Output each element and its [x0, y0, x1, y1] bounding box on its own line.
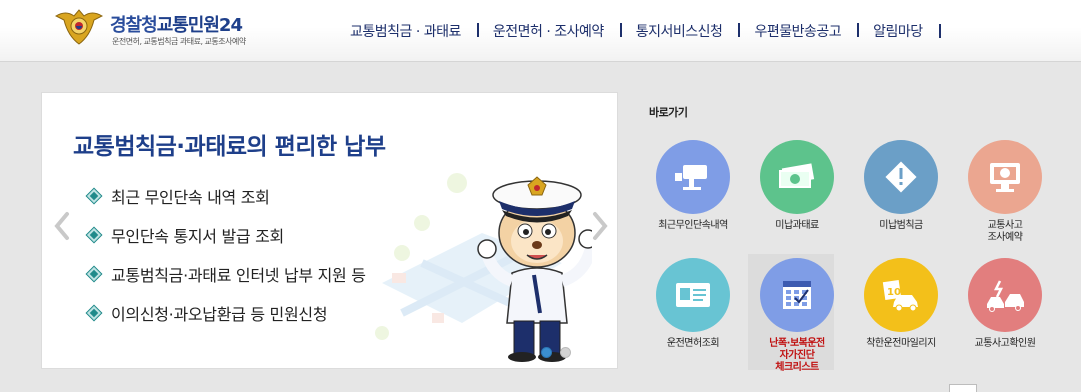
quick-link-label-line1: 난폭·보복운전 [769, 338, 825, 349]
warning-icon [864, 140, 938, 214]
banner-feature-text: 이의신청·과오납환급 등 민원신청 [111, 304, 328, 324]
banner-title: 교통범칙금·과태료의 편리한 납부 [73, 134, 386, 160]
nav-item-license[interactable]: 운전면허 · 조사예약 [476, 21, 620, 41]
banner-feature-list: 최근 무인단속 내역 조회 무인단속 통지서 발급 조회 교통범칙금·과태료 인… [86, 176, 366, 332]
logo-subtitle: 운전면허, 교통범칙금 과태료, 교통조사예약 [112, 37, 246, 46]
money-icon [760, 140, 834, 214]
site-logo[interactable]: 경찰청교통민원24 운전면허, 교통범칙금 과태료, 교통조사예약 [54, 6, 294, 54]
slider-dot-1[interactable] [541, 347, 552, 358]
quick-links-title: 바로가기 [649, 106, 688, 119]
quick-link-good-driving-mileage[interactable]: 10 착한운전마일리지 [848, 258, 954, 350]
quick-link-label: 운전면허조회 [666, 338, 720, 349]
logo-title-accent: 교통민원24 [156, 15, 243, 36]
banner-feature-item: 최근 무인단속 내역 조회 [86, 176, 366, 215]
computer-icon [968, 140, 1042, 214]
quick-link-label: 착한운전마일리지 [866, 338, 936, 349]
quick-link-label: 미납범칙금 [879, 220, 923, 231]
slider-dot-2[interactable] [560, 347, 571, 358]
banner-feature-text: 교통범칙금·과태료 인터넷 납부 지원 등 [111, 265, 366, 285]
nav-item-mail-return[interactable]: 우편물반송공고 [738, 21, 857, 41]
quick-link-label-line1: 교통사고 [987, 220, 1023, 231]
nav-item-notification[interactable]: 통지서비스신청 [619, 21, 739, 41]
diamond-bullet-icon [86, 227, 102, 242]
quick-link-accident-certificate[interactable]: 교통사고확인원 [952, 258, 1058, 350]
checklist-icon [760, 258, 834, 332]
slider-pagination [541, 347, 571, 358]
license-card-icon [656, 258, 730, 332]
quick-link-label: 미납과태료 [775, 220, 819, 231]
diamond-bullet-icon [86, 188, 102, 203]
diamond-bullet-icon [86, 305, 102, 320]
banner-feature-item: 무인단속 통지서 발급 조회 [86, 215, 366, 254]
banner-feature-item: 교통범칙금·과태료 인터넷 납부 지원 등 [86, 254, 366, 293]
banner-feature-item: 이의신청·과오납환급 등 민원신청 [86, 293, 366, 332]
quick-link-label-line3: 체크리스트 [775, 362, 819, 373]
quick-link-license-check[interactable]: 운전면허조회 [640, 258, 746, 350]
next-slide-arrow-icon[interactable] [590, 211, 610, 241]
main-banner-slider: 교통범칙금·과태료의 편리한 납부 최근 무인단속 내역 조회 무인단속 통지서… [41, 92, 618, 369]
quick-link-label: 난폭·보복운전 자가진단 체크리스트 [744, 338, 850, 374]
nav-item-notice[interactable]: 알림마당 [857, 21, 939, 41]
prev-slide-arrow-icon[interactable] [52, 211, 72, 241]
diamond-bullet-icon [86, 266, 102, 281]
quick-link-accident-reservation[interactable]: 교통사고 조사예약 [952, 140, 1058, 244]
quick-link-label: 교통사고확인원 [974, 338, 1036, 349]
main-nav: 교통범칙금 · 과태료 운전면허 · 조사예약 통지서비스신청 우편물반송공고 … [334, 0, 941, 62]
banner-feature-text: 최근 무인단속 내역 조회 [111, 187, 270, 207]
police-emblem-icon [54, 9, 104, 45]
quick-link-unpaid-penalty[interactable]: 미납범칙금 [848, 140, 954, 232]
quick-link-unpaid-fine[interactable]: 미납과태료 [744, 140, 850, 232]
quick-link-reckless-driving-checklist[interactable]: 난폭·보복운전 자가진단 체크리스트 [744, 254, 850, 374]
logo-title-main: 경찰청 [110, 15, 158, 36]
quick-link-label-line2: 자가진단 [779, 350, 815, 361]
quick-link-label-line2: 조사예약 [987, 232, 1023, 243]
camera-icon [656, 140, 730, 214]
mileage-car-icon: 10 [864, 258, 938, 332]
logo-title: 경찰청교통민원24 [110, 11, 243, 37]
scroll-top-button[interactable] [949, 384, 977, 392]
quick-link-label: 교통사고 조사예약 [952, 220, 1058, 244]
police-mascot-illustration [375, 173, 592, 362]
quick-link-label: 최근무인단속내역 [658, 220, 728, 231]
quick-link-recent-camera[interactable]: 최근무인단속내역 [640, 140, 746, 232]
nav-divider [938, 24, 941, 38]
car-crash-icon [968, 258, 1042, 332]
site-header: 경찰청교통민원24 운전면허, 교통범칙금 과태료, 교통조사예약 교통범칙금 … [0, 0, 1081, 62]
nav-item-fines[interactable]: 교통범칙금 · 과태료 [334, 21, 477, 41]
banner-feature-text: 무인단속 통지서 발급 조회 [111, 226, 284, 246]
